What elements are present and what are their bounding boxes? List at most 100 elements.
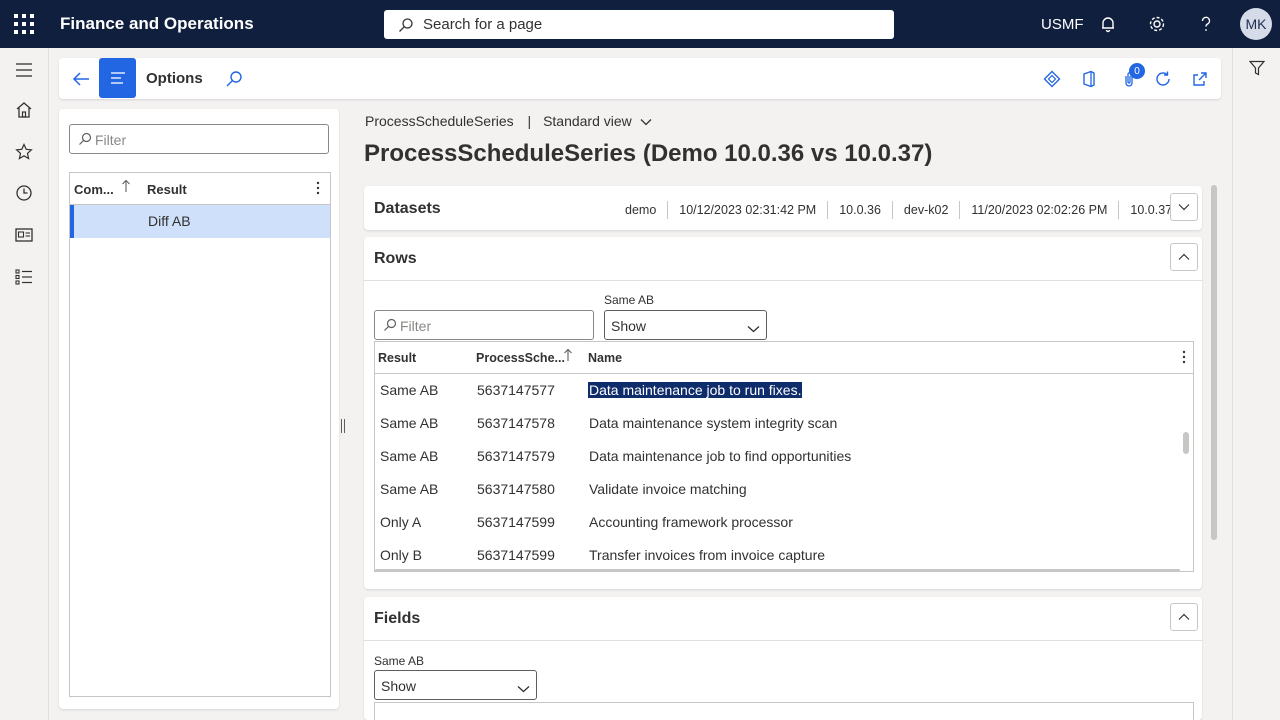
collapse-rows-button[interactable] [1170, 243, 1198, 271]
options-tab-label[interactable]: Options [146, 70, 203, 87]
rows-title[interactable]: Rows [374, 250, 417, 268]
app-title[interactable]: Finance and Operations [60, 14, 254, 34]
power-apps-icon[interactable] [1040, 67, 1064, 91]
attachments-count-badge: 0 [1129, 63, 1145, 79]
app-launcher-icon[interactable] [14, 14, 34, 34]
table-row[interactable]: Same AB 5637147580 Validate invoice matc… [375, 473, 1193, 506]
filter-icon[interactable] [1247, 58, 1267, 78]
row-name: Data maintenance job to find opportuniti… [589, 448, 852, 464]
list-item[interactable]: Diff AB [70, 205, 330, 238]
attachments-paperclip-icon[interactable]: 0 [1117, 63, 1145, 91]
back-arrow-icon[interactable] [69, 67, 93, 91]
divider [364, 640, 1202, 641]
row-name: Accounting framework processor [589, 514, 793, 530]
refresh-icon[interactable] [1151, 67, 1175, 91]
row-id: 5637147599 [477, 547, 555, 563]
pane-splitter-handle[interactable] [341, 419, 345, 433]
view-selector[interactable]: Standard view [543, 113, 652, 129]
top-bar: Finance and Operations Search for a page… [0, 0, 1280, 48]
column-header-com[interactable]: Com... [74, 182, 114, 197]
modules-list-icon[interactable] [12, 265, 36, 289]
collapse-fields-button[interactable] [1170, 603, 1198, 631]
fields-title[interactable]: Fields [374, 610, 420, 628]
list-panel: Filter Com... Result Diff AB [59, 109, 339, 709]
row-id: 5637147577 [477, 382, 555, 398]
page-scrollbar[interactable] [1211, 185, 1217, 540]
datasets-summary: demo 10/12/2023 02:31:42 PM 10.0.36 dev-… [614, 201, 1183, 219]
action-search-icon[interactable] [222, 67, 246, 91]
sort-ascending-icon[interactable] [121, 179, 131, 196]
fields-grid [374, 702, 1194, 720]
same-ab-value: Show [611, 318, 647, 334]
rows-grid-scrollbar[interactable] [1183, 432, 1189, 454]
breadcrumb: ProcessScheduleSeries | Standard view [365, 113, 652, 129]
row-name: Transfer invoices from invoice capture [589, 547, 826, 563]
row-id: 5637147578 [477, 415, 555, 431]
row-result: Same AB [380, 448, 439, 464]
left-navigation [0, 48, 49, 720]
workspace-icon[interactable] [12, 223, 36, 247]
chevron-down-icon [747, 320, 760, 336]
column-header-result[interactable]: Result [147, 182, 187, 197]
star-icon[interactable] [12, 140, 36, 164]
list-grid: Com... Result Diff AB [69, 172, 331, 697]
list-filter-input[interactable]: Filter [69, 124, 329, 154]
rows-section: Rows Filter Same AB Show Result ProcessS… [364, 237, 1202, 589]
avatar[interactable]: MK [1240, 8, 1272, 40]
column-header-processschedule[interactable]: ProcessSche... [476, 351, 565, 365]
column-header-result[interactable]: Result [378, 351, 416, 365]
more-options-icon[interactable] [1182, 350, 1186, 367]
dataset-a-name: demo [614, 201, 669, 219]
fields-same-ab-value: Show [381, 678, 417, 694]
datasets-title[interactable]: Datasets [374, 200, 441, 218]
table-row[interactable]: Same AB 5637147579 Data maintenance job … [375, 440, 1193, 473]
filter-search-icon [383, 318, 397, 335]
dataset-b-name: dev-k02 [893, 201, 961, 219]
breadcrumb-form-name: ProcessScheduleSeries [365, 113, 514, 129]
table-row[interactable]: Only B 5637147599 Transfer invoices from… [375, 539, 1193, 571]
row-result: Only A [380, 514, 422, 530]
rows-filter-placeholder: Filter [400, 318, 432, 334]
list-filter-placeholder: Filter [95, 132, 127, 148]
help-icon[interactable] [1194, 12, 1218, 36]
dataset-b-date: 11/20/2023 02:02:26 PM [960, 201, 1120, 219]
clock-icon[interactable] [12, 181, 36, 205]
rows-grid-horizontal-scrollbar[interactable] [375, 569, 1180, 571]
more-options-icon[interactable] [316, 181, 320, 198]
same-ab-label: Same AB [604, 293, 655, 307]
chevron-up-icon [1178, 253, 1190, 260]
column-header-name[interactable]: Name [588, 351, 622, 365]
same-ab-select[interactable]: Show [604, 310, 767, 340]
chevron-up-icon [1178, 613, 1190, 620]
expand-datasets-button[interactable] [1170, 193, 1198, 221]
rows-filter-input[interactable]: Filter [374, 310, 594, 340]
row-name: Data maintenance system integrity scan [589, 415, 838, 431]
fields-same-ab-select[interactable]: Show [374, 670, 537, 700]
table-row[interactable]: Same AB 5637147578 Data maintenance syst… [375, 407, 1193, 440]
gear-icon[interactable] [1145, 12, 1169, 36]
dataset-a-version: 10.0.36 [828, 201, 893, 219]
company-picker[interactable]: USMF [1041, 16, 1084, 33]
action-bar: Options 0 [59, 58, 1221, 99]
fields-same-ab-label: Same AB [374, 654, 425, 668]
row-result: Same AB [380, 382, 439, 398]
hamburger-icon[interactable] [12, 58, 36, 82]
lines-icon [110, 72, 125, 84]
search-placeholder: Search for a page [423, 16, 543, 33]
table-row[interactable]: Same AB 5637147577 Data maintenance job … [375, 374, 1193, 407]
row-result: Same AB [380, 415, 439, 431]
options-menu-button[interactable] [99, 58, 136, 98]
table-row[interactable]: Only A 5637147599 Accounting framework p… [375, 506, 1193, 539]
row-name: Validate invoice matching [589, 481, 747, 497]
bell-icon[interactable] [1096, 12, 1120, 36]
sort-ascending-icon[interactable] [563, 348, 573, 365]
row-id: 5637147599 [477, 514, 555, 530]
open-new-window-icon[interactable] [1188, 67, 1212, 91]
page-search-input[interactable]: Search for a page [384, 10, 894, 39]
chevron-down-icon [640, 119, 652, 126]
row-result: Only B [380, 547, 423, 563]
home-icon[interactable] [12, 98, 36, 122]
rows-grid: Result ProcessSche... Name Same AB 56371… [374, 341, 1194, 572]
row-name-selected-text[interactable]: Data maintenance job to run fixes. [588, 382, 803, 398]
office-icon[interactable] [1077, 67, 1101, 91]
